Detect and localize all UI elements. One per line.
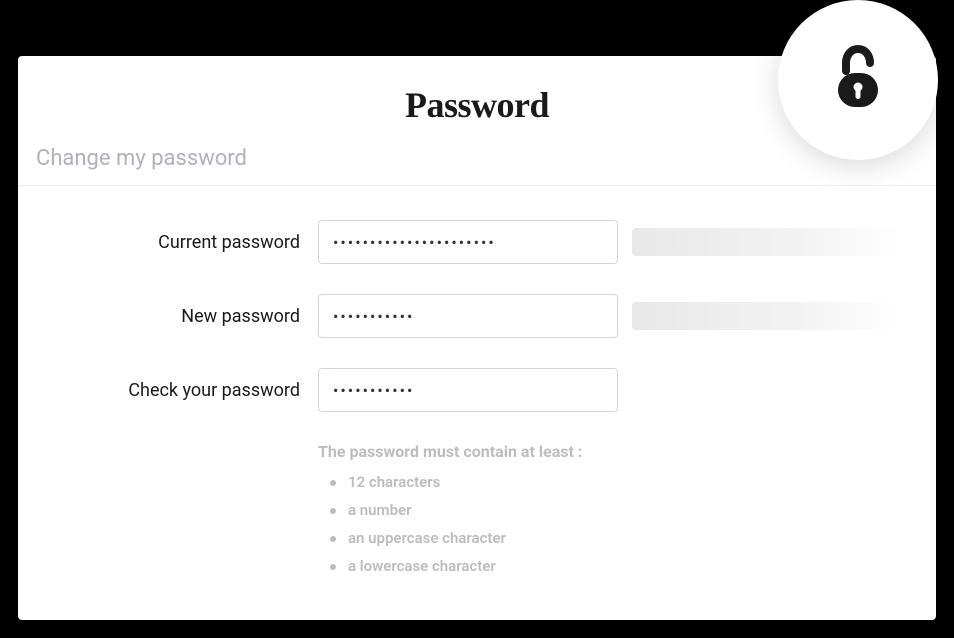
requirement-item: an uppercase character [330, 529, 936, 547]
check-password-input[interactable] [318, 368, 618, 412]
current-password-input[interactable] [318, 220, 618, 264]
check-password-row: Check your password [18, 368, 936, 412]
requirements-title: The password must contain at least : [318, 442, 936, 461]
check-password-label: Check your password [18, 380, 318, 401]
unlock-icon-badge [778, 0, 938, 160]
new-password-strength-meter [632, 302, 902, 330]
password-panel: Password Change my password Current pass… [18, 56, 936, 620]
requirement-item: a lowercase character [330, 557, 936, 575]
requirements-list: 12 characters a number an uppercase char… [318, 473, 936, 575]
page-subtitle: Change my password [18, 126, 936, 186]
current-password-label: Current password [18, 232, 318, 253]
new-password-label: New password [18, 306, 318, 327]
new-password-input[interactable] [318, 294, 618, 338]
current-password-strength-meter [632, 228, 902, 256]
requirement-item: 12 characters [330, 473, 936, 491]
unlock-icon [830, 43, 886, 117]
password-requirements: The password must contain at least : 12 … [318, 442, 936, 575]
current-password-row: Current password [18, 220, 936, 264]
password-form: Current password New password Check your… [18, 186, 936, 575]
requirement-item: a number [330, 501, 936, 519]
new-password-row: New password [18, 294, 936, 338]
